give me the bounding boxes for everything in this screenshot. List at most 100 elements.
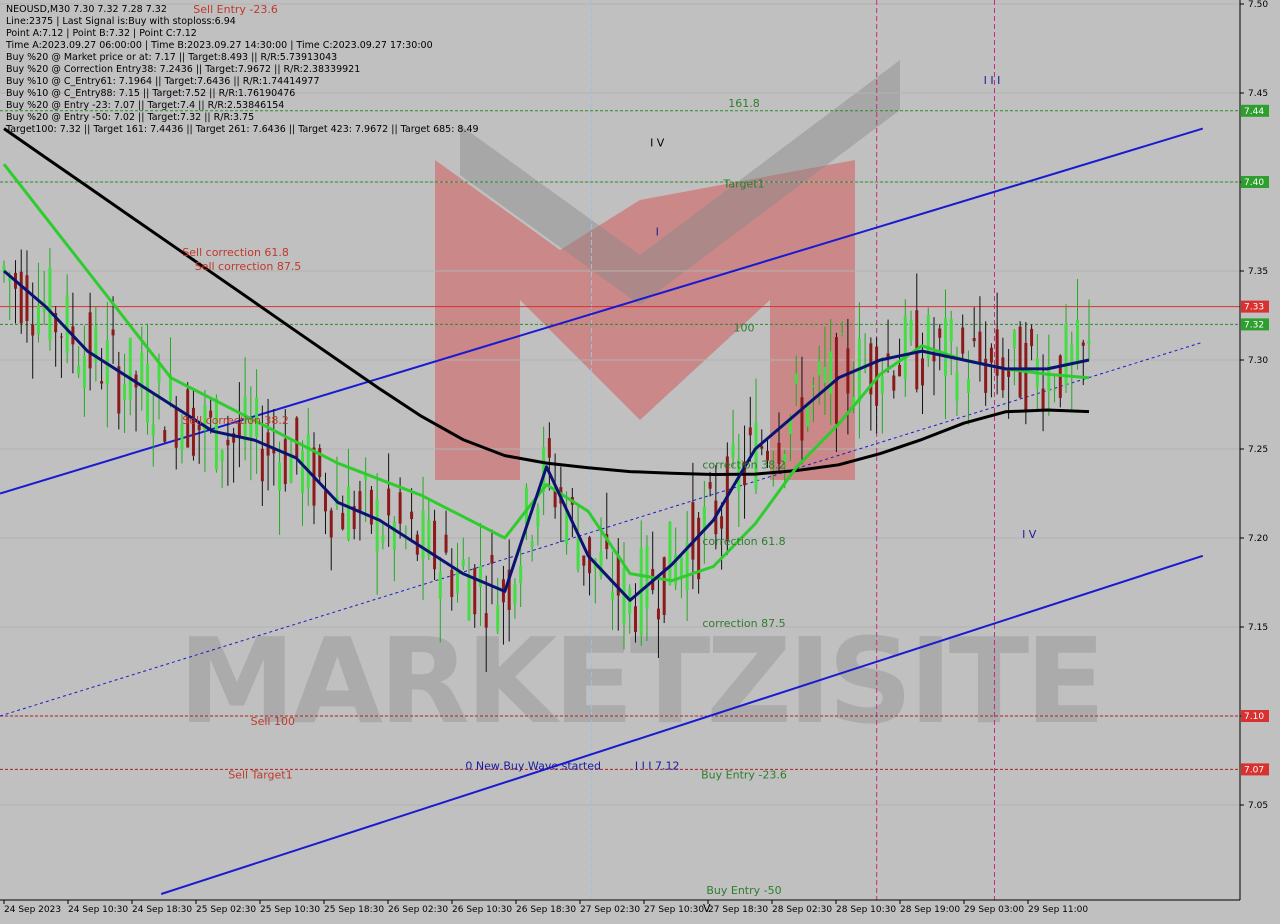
time-tick-label: 25 Sep 02:30 [196, 905, 256, 915]
price-tick-label: 7.35 [1248, 267, 1268, 277]
candle-body [846, 348, 850, 394]
candle-body [323, 490, 327, 512]
candle-body [989, 347, 993, 363]
candle-body [720, 516, 724, 529]
candle-body [438, 572, 442, 600]
chart-annotation: Buy Entry -23.6 [701, 768, 787, 781]
candle-body [536, 507, 540, 527]
candle-body [358, 491, 362, 513]
candle-body [77, 366, 81, 375]
candle-body [898, 364, 902, 377]
candle-body [1012, 330, 1016, 349]
candle-body [151, 423, 155, 436]
candle-body [467, 577, 471, 621]
candle-body [306, 434, 310, 489]
candle-body [524, 487, 528, 525]
time-tick-label: 28 Sep 19:00 [900, 905, 960, 915]
chart-container: MARKETZISITE Sell Entry -23.6 Sell correc… [0, 0, 1280, 920]
candle-body [484, 613, 488, 628]
candle-body [174, 408, 178, 448]
chart-annotation: 161.8 [728, 97, 760, 110]
candle-body [1076, 319, 1080, 365]
candle-body [163, 430, 167, 442]
info-line: Target100: 7.32 || Target 161: 7.4436 ||… [5, 124, 479, 135]
candle-body [748, 427, 752, 436]
candle-body [283, 439, 287, 485]
candle-body [100, 381, 104, 384]
candle-body [260, 448, 264, 482]
chart-annotation: I V [650, 136, 665, 149]
candle-body [823, 367, 827, 383]
price-tick-label: 7.45 [1248, 89, 1268, 99]
candle-body [220, 450, 224, 462]
candle-body [909, 320, 913, 340]
candle-body [921, 358, 925, 386]
candle-body [754, 422, 758, 489]
candle-body [519, 565, 523, 584]
candle-body [903, 315, 907, 379]
candle-body [278, 462, 282, 491]
candle-body [490, 554, 494, 564]
chart-annotation: Sell correction 61.8 [182, 246, 289, 259]
time-tick-label: 26 Sep 02:30 [388, 905, 448, 915]
info-line: Buy %10 @ C_Entry88: 7.15 || Target:7.52… [6, 88, 295, 99]
candle-body [59, 336, 63, 338]
price-box-label: 7.07 [1244, 765, 1264, 775]
info-line: Buy %10 @ C_Entry61: 7.1964 || Target:7.… [6, 76, 320, 87]
candle-body [1001, 357, 1005, 391]
candle-body [880, 376, 884, 394]
time-tick-label: 28 Sep 10:30 [836, 905, 896, 915]
time-tick-label: 27 Sep 18:30 [708, 905, 768, 915]
chart-annotation: Buy Entry -50 [706, 884, 781, 897]
time-tick-label: 26 Sep 18:30 [516, 905, 576, 915]
candle-body [513, 583, 517, 605]
candle-body [1041, 388, 1045, 410]
plot-background [0, 0, 1240, 900]
time-tick-label: 29 Sep 11:00 [1028, 905, 1088, 915]
candle-body [817, 361, 821, 376]
info-line: Line:2375 | Last Signal is:Buy with stop… [6, 16, 236, 27]
candle-body [31, 324, 35, 336]
candle-body [547, 438, 551, 458]
chart-annotation: Sell correction 38.2 [182, 414, 289, 427]
chart-annotation: 0 New Buy Wave started [465, 759, 601, 772]
candle-body [295, 417, 299, 458]
candle-body [65, 295, 69, 353]
candle-body [180, 424, 184, 451]
price-tick-label: 7.15 [1248, 623, 1268, 633]
candle-body [840, 333, 844, 335]
info-line: Buy %20 @ Correction Entry38: 7.2436 || … [6, 64, 360, 75]
chart-annotation: Sell correction 87.5 [195, 260, 302, 273]
candle-body [966, 379, 970, 394]
candle-body [582, 555, 586, 566]
candle-body [1053, 389, 1057, 391]
candle-body [679, 556, 683, 577]
candle-body [433, 520, 437, 570]
candle-body [226, 439, 230, 446]
candle-body [731, 443, 735, 458]
candle-body [708, 482, 712, 489]
time-tick-label: 25 Sep 10:30 [260, 905, 320, 915]
price-box-label: 7.32 [1244, 320, 1264, 330]
candle-body [949, 319, 953, 342]
candle-body [410, 511, 414, 520]
candle-body [214, 398, 218, 470]
info-line: Point A:7.12 | Point B:7.32 | Point C:7.… [6, 28, 197, 39]
candle-body [811, 385, 815, 388]
price-axis: 7.50 7.45 7.40 7.35 7.30 7.25 7.20 7.15 7.10 7.05… [1239, 0, 1280, 920]
candle-body [450, 569, 454, 597]
time-tick-label: 27 Sep 02:30 [580, 905, 640, 915]
candle-body [1007, 369, 1011, 377]
candle-body [943, 317, 947, 377]
candle-body [157, 363, 161, 383]
chart-annotation: Sell Entry -23.6 [193, 3, 278, 16]
candle-body [341, 512, 345, 530]
chart-annotation: Sell Target1 [228, 768, 292, 781]
price-tick-label: 7.30 [1248, 356, 1268, 366]
candle-body [760, 446, 764, 449]
price-box-label: 7.10 [1244, 712, 1264, 722]
time-tick-label: 24 Sep 2023 [4, 905, 61, 915]
chart-annotation: I I I 7.12 [635, 759, 680, 772]
candle-body [346, 486, 350, 541]
chart-annotation: correction 61.8 [702, 535, 785, 548]
